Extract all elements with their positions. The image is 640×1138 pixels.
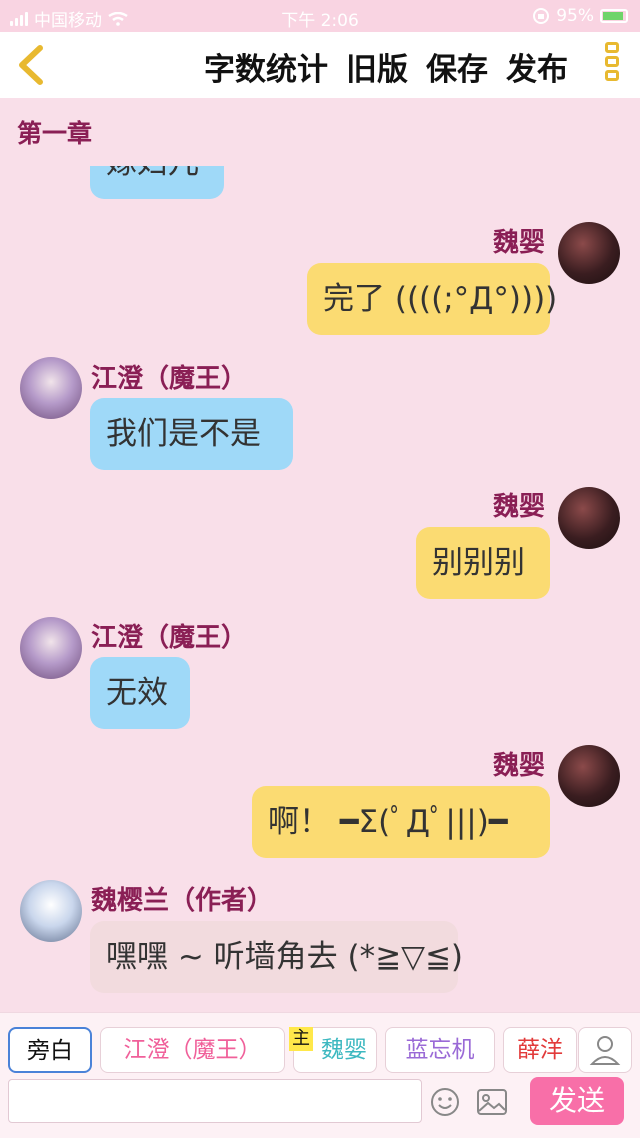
menu-icon[interactable] xyxy=(602,42,622,88)
message-bubble[interactable]: 我们是不是 xyxy=(90,398,293,470)
lock-rotation-icon xyxy=(533,8,550,24)
send-button[interactable]: 发送 xyxy=(530,1077,624,1125)
message-bubble[interactable]: 嫁妇儿 xyxy=(90,166,224,199)
message-partial: 嫁妇儿 xyxy=(90,166,224,199)
chevron-left-icon[interactable] xyxy=(10,42,50,88)
sender-name: 江澄（魔王） xyxy=(91,623,248,653)
avatar[interactable] xyxy=(558,487,620,549)
message-bubble[interactable]: 啊！ ━Σ(ﾟДﾟ|||)━ xyxy=(252,786,550,858)
sender-name: 江澄（魔王） xyxy=(91,364,248,394)
chapter-title: 第一章 xyxy=(17,119,93,148)
sender-name: 魏婴 xyxy=(493,751,546,781)
image-icon[interactable] xyxy=(476,1087,508,1117)
character-chip-xueyang[interactable]: 薛洋 xyxy=(503,1027,577,1073)
character-chip-narrator[interactable]: 旁白 xyxy=(8,1027,92,1073)
battery-percent: 95% xyxy=(556,6,594,26)
character-chip-jiangcheng[interactable]: 江澄（魔王） xyxy=(100,1027,285,1073)
sender-name: 魏婴 xyxy=(493,492,546,522)
emoji-icon[interactable] xyxy=(430,1087,460,1117)
avatar[interactable] xyxy=(20,617,82,679)
message-bubble[interactable]: 完了 ((((;°Д°)))) xyxy=(307,263,557,335)
publish-button[interactable]: 发布 xyxy=(506,44,568,89)
message-input[interactable] xyxy=(8,1079,422,1123)
message-bubble[interactable]: 嘿嘿 ~ 听墙角去 (*≧▽≦) xyxy=(90,921,463,993)
sender-name: 魏樱兰（作者） xyxy=(91,886,274,916)
status-bar: 中国移动 下午 2:06 95% xyxy=(0,0,640,32)
avatar[interactable] xyxy=(558,222,620,284)
user-icon[interactable] xyxy=(578,1027,632,1073)
composer-bar: 旁白 江澄（魔王） 魏婴 主 蓝忘机 薛洋 发送 xyxy=(0,1012,640,1138)
avatar[interactable] xyxy=(20,357,82,419)
avatar[interactable] xyxy=(20,880,82,942)
character-chip-lanwangji[interactable]: 蓝忘机 xyxy=(385,1027,495,1073)
save-button[interactable]: 保存 xyxy=(426,44,488,89)
avatar[interactable] xyxy=(558,745,620,807)
editor-toolbar: 字数统计 旧版 保存 发布 xyxy=(0,32,640,98)
sender-name: 魏婴 xyxy=(493,228,546,258)
main-character-tag: 主 xyxy=(289,1027,313,1051)
message-bubble[interactable]: 无效 xyxy=(90,657,190,729)
battery-icon xyxy=(600,9,628,23)
old-version-button[interactable]: 旧版 xyxy=(346,44,408,89)
word-count-button[interactable]: 字数统计 xyxy=(204,44,328,89)
message-bubble[interactable]: 别别别 xyxy=(416,527,550,599)
